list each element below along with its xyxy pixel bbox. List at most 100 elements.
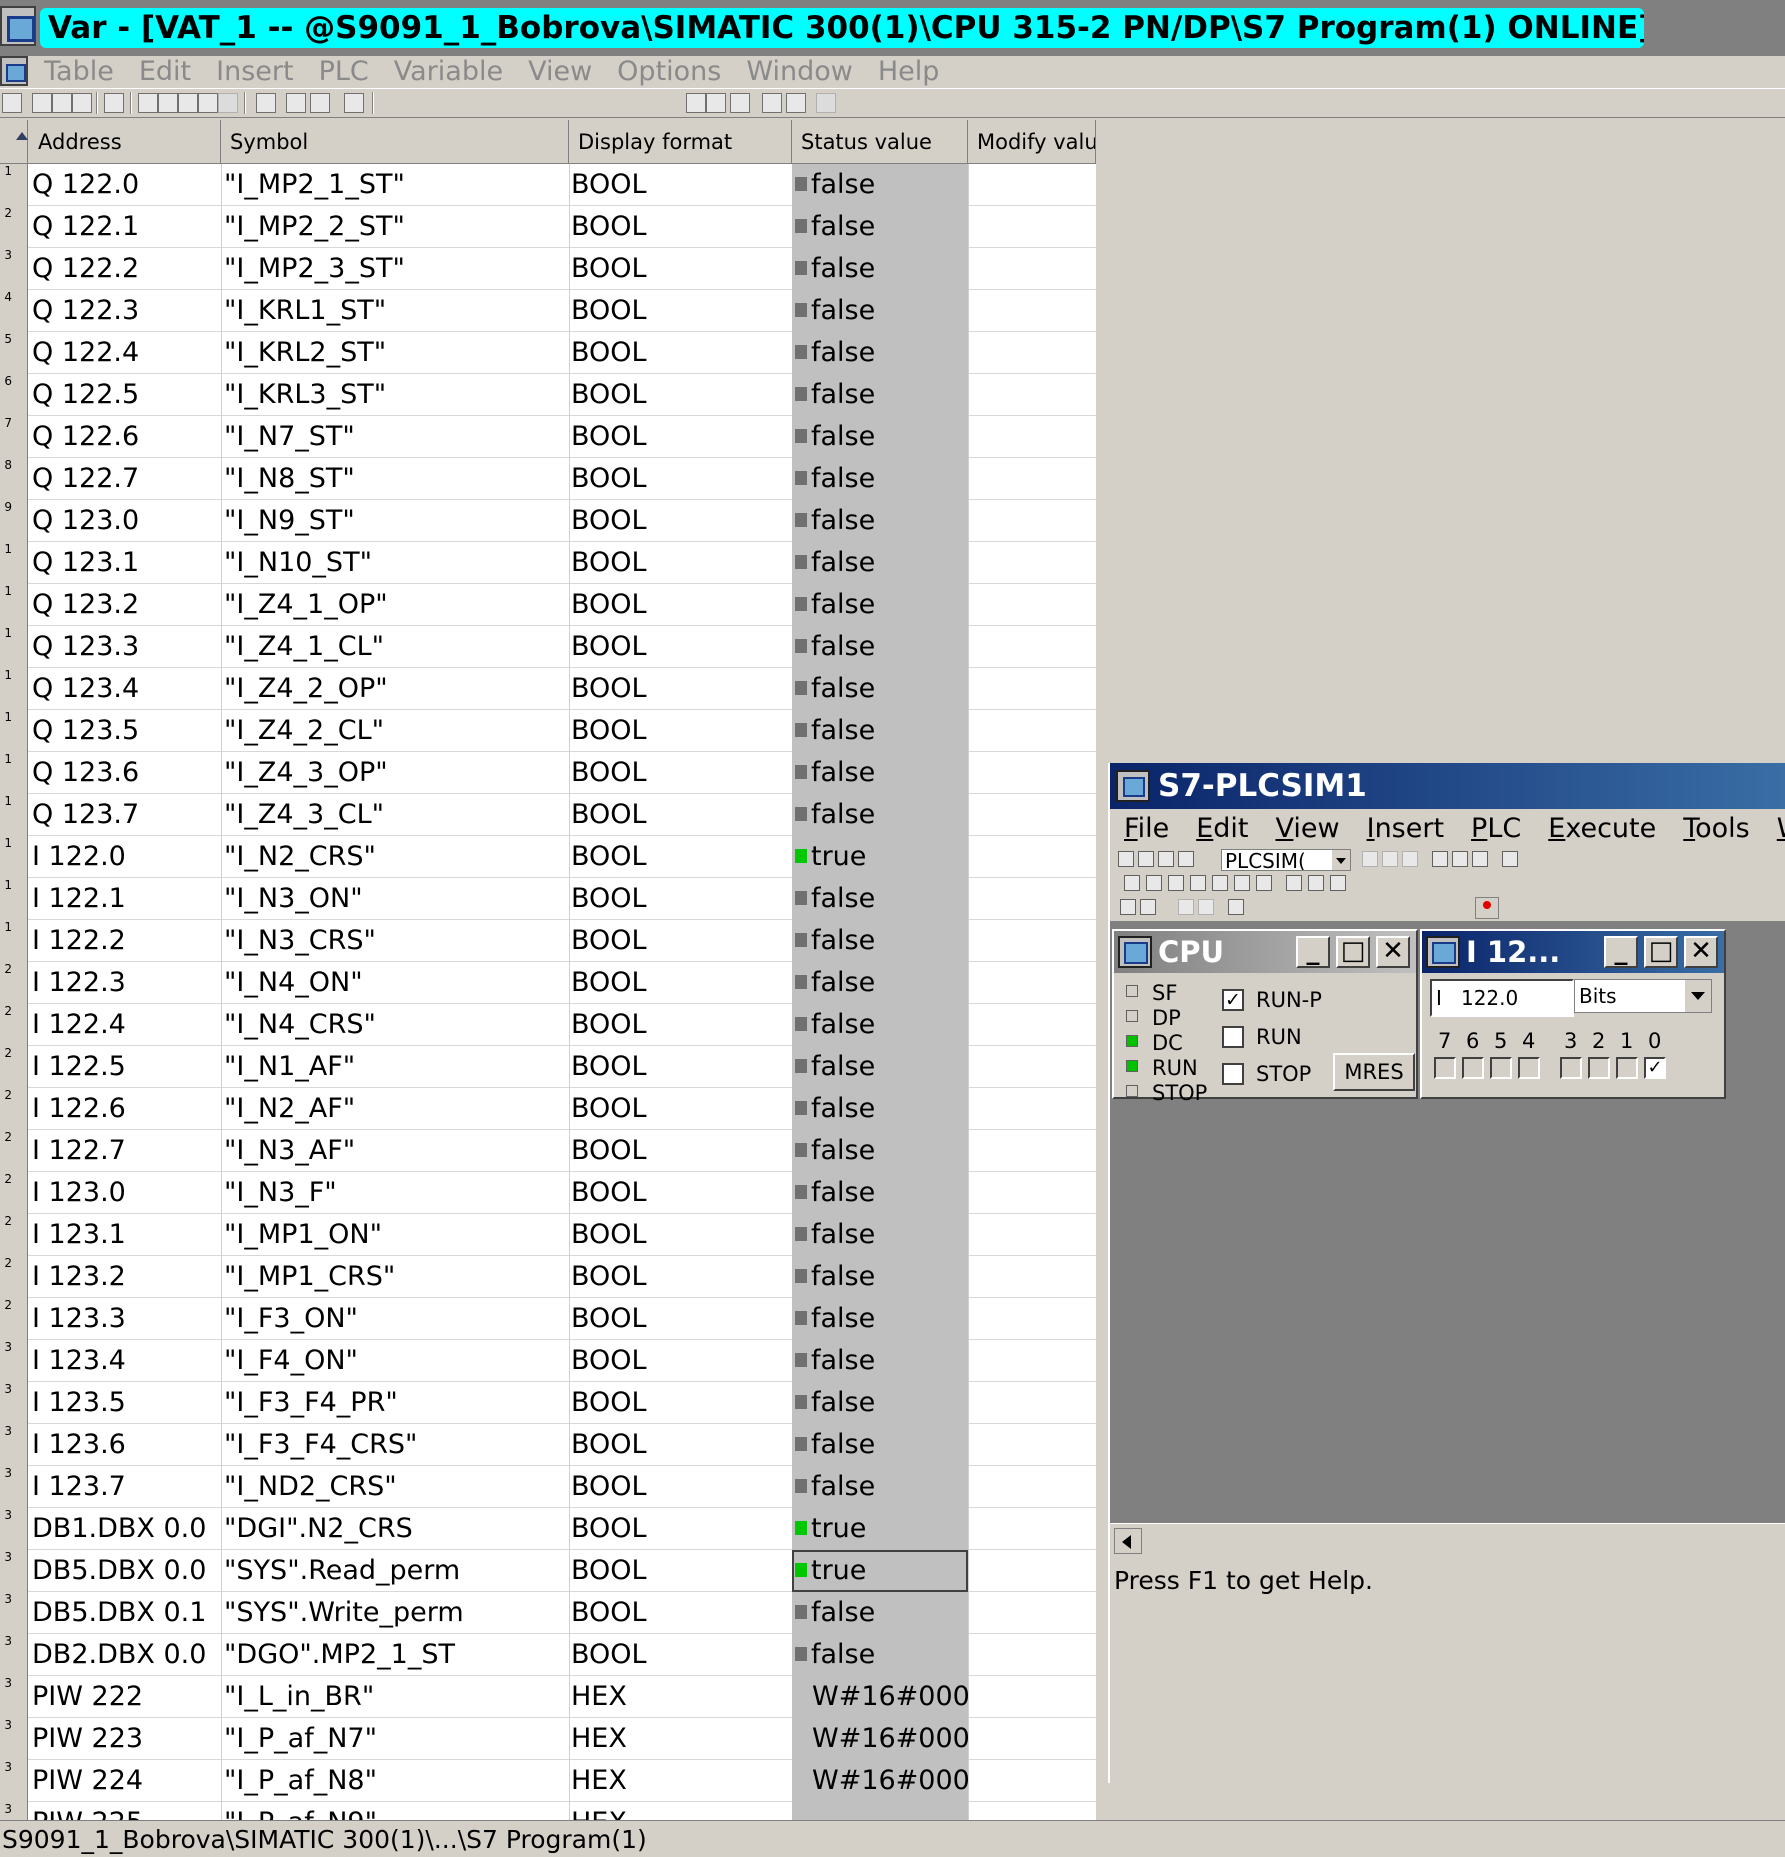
address-cell[interactable]: Q 123.3 bbox=[32, 626, 218, 668]
symbol-cell[interactable]: "DGI".N2_CRS bbox=[224, 1508, 568, 1550]
print-icon[interactable] bbox=[1178, 851, 1194, 867]
display-format-cell[interactable]: BOOL bbox=[571, 416, 791, 458]
symbol-cell[interactable]: "I_F3_ON" bbox=[224, 1298, 568, 1340]
monitor-variable-icon[interactable] bbox=[706, 93, 726, 113]
insert-input-icon[interactable] bbox=[1124, 875, 1140, 891]
plcsim-menu-wind[interactable]: Wind bbox=[1777, 811, 1785, 847]
plcsim-menu-plc[interactable]: PLC bbox=[1471, 811, 1521, 847]
table-row[interactable]: 5 Q 122.4 "I_KRL2_ST" BOOL false bbox=[0, 332, 1096, 374]
symbol-cell[interactable]: "I_P_af_N9" bbox=[224, 1802, 568, 1820]
row-gutter[interactable] bbox=[12, 1046, 28, 1088]
modify-value-cell[interactable] bbox=[969, 164, 1096, 206]
insert-timer-icon[interactable] bbox=[1190, 875, 1206, 891]
table-row[interactable]: 2 I 123.3 "I_F3_ON" BOOL false bbox=[0, 1298, 1096, 1340]
table-row[interactable]: 1 Q 123.2 "I_Z4_1_OP" BOOL false bbox=[0, 584, 1096, 626]
modify-value-cell[interactable] bbox=[969, 1634, 1096, 1676]
bit-0-checkbox[interactable]: ✓ bbox=[1644, 1057, 1666, 1079]
symbol-cell[interactable]: "I_Z4_2_CL" bbox=[224, 710, 568, 752]
symbol-cell[interactable]: "I_F3_F4_CRS" bbox=[224, 1424, 568, 1466]
symbol-cell[interactable]: "I_MP2_2_ST" bbox=[224, 206, 568, 248]
display-format-cell[interactable]: HEX bbox=[571, 1802, 791, 1820]
modify-value-cell[interactable] bbox=[969, 1760, 1096, 1802]
display-format-cell[interactable]: HEX bbox=[571, 1760, 791, 1802]
symbol-cell[interactable]: "I_Z4_1_OP" bbox=[224, 584, 568, 626]
print-icon[interactable] bbox=[104, 93, 124, 113]
insert-variable-icon[interactable] bbox=[1234, 875, 1250, 891]
symbol-cell[interactable]: "I_P_af_N7" bbox=[224, 1718, 568, 1760]
status-value-cell[interactable]: false bbox=[792, 1466, 968, 1508]
save-icon[interactable] bbox=[72, 93, 92, 113]
display-format-cell[interactable]: BOOL bbox=[571, 752, 791, 794]
table-row[interactable]: 2 I 123.1 "I_MP1_ON" BOOL false bbox=[0, 1214, 1096, 1256]
insert-accumulator-icon[interactable] bbox=[1308, 875, 1324, 891]
row-gutter[interactable] bbox=[12, 1214, 28, 1256]
status-value-cell[interactable]: false bbox=[792, 290, 968, 332]
bit-7-checkbox[interactable] bbox=[1434, 1057, 1456, 1079]
plc-select[interactable]: PLCSIM( bbox=[1221, 849, 1351, 871]
table-row[interactable]: 3 DB5.DBX 0.0 "SYS".Read_perm BOOL true bbox=[0, 1550, 1096, 1592]
force-icon[interactable] bbox=[786, 93, 806, 113]
monitor-icon[interactable] bbox=[686, 93, 706, 113]
display-format-cell[interactable]: BOOL bbox=[571, 1214, 791, 1256]
address-cell[interactable]: I 122.3 bbox=[32, 962, 218, 1004]
new-icon[interactable] bbox=[1118, 851, 1134, 867]
table-row[interactable]: 3 DB5.DBX 0.1 "SYS".Write_perm BOOL false bbox=[0, 1592, 1096, 1634]
display-format-cell[interactable]: BOOL bbox=[571, 962, 791, 1004]
display-format-cell[interactable]: BOOL bbox=[571, 1550, 791, 1592]
maximize-icon[interactable]: □ bbox=[1644, 936, 1678, 968]
undo-icon[interactable] bbox=[198, 93, 218, 113]
row-gutter[interactable] bbox=[12, 1298, 28, 1340]
address-cell[interactable]: PIW 222 bbox=[32, 1676, 218, 1718]
address-cell[interactable]: Q 123.5 bbox=[32, 710, 218, 752]
input-icon[interactable] bbox=[1426, 936, 1460, 968]
table-row[interactable]: 3 PIW 224"I_P_af_N8"HEX W#16#0000 bbox=[0, 1760, 1096, 1802]
modify-value-cell[interactable] bbox=[969, 1214, 1096, 1256]
tile-icon[interactable] bbox=[1452, 851, 1468, 867]
row-gutter[interactable] bbox=[12, 542, 28, 584]
row-gutter[interactable] bbox=[12, 1508, 28, 1550]
modify-value-cell[interactable] bbox=[969, 584, 1096, 626]
table-row[interactable]: 3 PIW 223"I_P_af_N7"HEX W#16#0000 bbox=[0, 1718, 1096, 1760]
display-format-cell[interactable]: BOOL bbox=[571, 1046, 791, 1088]
address-cell[interactable]: I 123.1 bbox=[32, 1214, 218, 1256]
table-row[interactable]: 6 Q 122.5 "I_KRL3_ST" BOOL false bbox=[0, 374, 1096, 416]
col-modify-value[interactable]: Modify value bbox=[968, 120, 1096, 164]
table-row[interactable]: 3 I 123.4 "I_F4_ON" BOOL false bbox=[0, 1340, 1096, 1382]
table-row[interactable]: 3 DB1.DBX 0.0 "DGI".N2_CRS BOOL true bbox=[0, 1508, 1096, 1550]
symbol-cell[interactable]: "I_MP1_CRS" bbox=[224, 1256, 568, 1298]
address-cell[interactable]: DB1.DBX 0.0 bbox=[32, 1508, 218, 1550]
status-value-cell[interactable]: false bbox=[792, 164, 968, 206]
display-format-cell[interactable]: BOOL bbox=[571, 794, 791, 836]
row-gutter[interactable] bbox=[12, 1466, 28, 1508]
record-icon[interactable] bbox=[1475, 897, 1499, 919]
display-format-cell[interactable]: BOOL bbox=[571, 1004, 791, 1046]
table-row[interactable]: 7 Q 122.6 "I_N7_ST" BOOL false bbox=[0, 416, 1096, 458]
table-row[interactable]: 3 PIW 222"I_L_in_BR"HEX W#16#0000 bbox=[0, 1676, 1096, 1718]
row-gutter[interactable] bbox=[12, 668, 28, 710]
status-value-cell[interactable]: false bbox=[792, 1634, 968, 1676]
status-value-cell[interactable]: false bbox=[792, 1172, 968, 1214]
modify-value-cell[interactable] bbox=[969, 1130, 1096, 1172]
reset-timers-icon[interactable] bbox=[1228, 899, 1244, 915]
display-format-cell[interactable]: BOOL bbox=[571, 458, 791, 500]
symbol-cell[interactable]: "I_L_in_BR" bbox=[224, 1676, 568, 1718]
table-row[interactable]: 2 I 122.6 "I_N2_AF" BOOL false bbox=[0, 1088, 1096, 1130]
symbol-cell[interactable]: "I_N3_ON" bbox=[224, 878, 568, 920]
address-cell[interactable]: Q 122.0 bbox=[32, 164, 218, 206]
modify-value-cell[interactable] bbox=[969, 710, 1096, 752]
table-row[interactable]: 1 Q 123.1 "I_N10_ST" BOOL false bbox=[0, 542, 1096, 584]
insert-output-icon[interactable] bbox=[1146, 875, 1162, 891]
row-gutter[interactable] bbox=[12, 332, 28, 374]
paste-icon[interactable] bbox=[178, 93, 198, 113]
table-row[interactable]: 9 Q 123.0 "I_N9_ST" BOOL false bbox=[0, 500, 1096, 542]
help-icon[interactable] bbox=[344, 93, 364, 113]
plcsim-menu-view[interactable]: View bbox=[1276, 811, 1340, 847]
open-icon[interactable] bbox=[52, 93, 72, 113]
symbol-cell[interactable]: "I_Z4_1_CL" bbox=[224, 626, 568, 668]
address-cell[interactable]: PIW 224 bbox=[32, 1760, 218, 1802]
symbol-cell[interactable]: "I_F4_ON" bbox=[224, 1340, 568, 1382]
status-value-cell[interactable]: W#16#0000 bbox=[792, 1676, 968, 1718]
symbol-cell[interactable]: "I_Z4_2_OP" bbox=[224, 668, 568, 710]
table-row[interactable]: 1 Q 123.3 "I_Z4_1_CL" BOOL false bbox=[0, 626, 1096, 668]
address-cell[interactable]: Q 123.4 bbox=[32, 668, 218, 710]
